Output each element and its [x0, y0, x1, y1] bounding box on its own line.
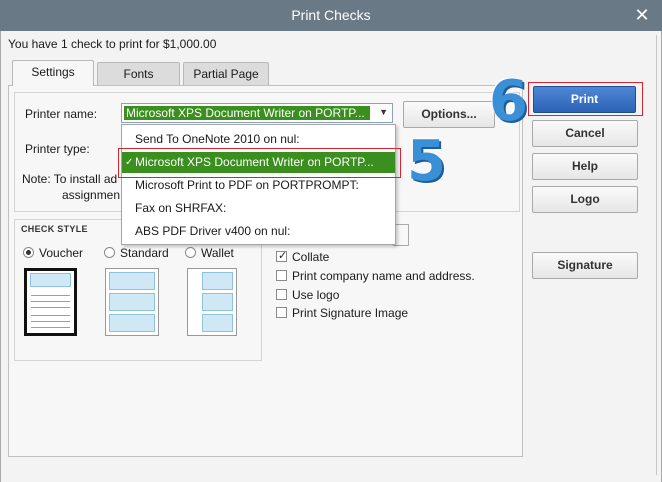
- install-note-line2: assignmen: [62, 188, 121, 202]
- window-title: Print Checks: [0, 0, 662, 31]
- signature-image-checkbox[interactable]: [276, 307, 287, 318]
- printer-dropdown-list: Send To OneNote 2010 on nul: ✓ Microsoft…: [121, 124, 396, 245]
- help-button[interactable]: Help: [532, 153, 638, 180]
- printer-name-label: Printer name:: [25, 107, 98, 121]
- wallet-label: Wallet: [201, 246, 234, 260]
- signature-button-label: Signature: [557, 258, 613, 272]
- close-icon[interactable]: ✕: [632, 0, 652, 31]
- voucher-preview[interactable]: [24, 268, 77, 336]
- use-logo-label: Use logo: [292, 288, 340, 302]
- printer-name-value: Microsoft XPS Document Writer on PORTP..…: [124, 106, 370, 120]
- check-style-heading: CHECK STYLE: [21, 224, 88, 234]
- standard-preview[interactable]: [105, 268, 159, 336]
- logo-button-label: Logo: [570, 192, 600, 206]
- check-count-text: You have 1 check to print for $1,000.00: [8, 37, 217, 51]
- print-button-label: Print: [570, 92, 599, 106]
- signature-image-label: Print Signature Image: [292, 306, 409, 320]
- tab-settings[interactable]: Settings: [12, 60, 94, 86]
- wallet-radio[interactable]: [185, 247, 196, 258]
- tab-partial-page-label: Partial Page: [193, 67, 259, 81]
- printer-name-select[interactable]: Microsoft XPS Document Writer on PORTP..…: [121, 103, 393, 123]
- printer-type-label: Printer type:: [25, 142, 90, 156]
- tab-fonts-label: Fonts: [123, 67, 154, 81]
- company-name-label: Print company name and address.: [292, 269, 475, 283]
- cancel-button[interactable]: Cancel: [532, 120, 638, 147]
- selected-option-highlight: [118, 148, 401, 178]
- print-button[interactable]: Print: [533, 86, 636, 113]
- collate-checkbox[interactable]: [276, 249, 287, 262]
- printer-option[interactable]: Send To OneNote 2010 on nul:: [122, 129, 395, 150]
- options-button-label: Options...: [421, 107, 477, 121]
- chevron-down-icon[interactable]: ▼: [379, 107, 388, 117]
- voucher-radio[interactable]: [23, 247, 34, 258]
- tab-settings-label: Settings: [31, 65, 75, 79]
- cancel-button-label: Cancel: [565, 126, 605, 140]
- help-button-label: Help: [571, 159, 598, 173]
- collate-label: Collate: [292, 250, 330, 264]
- printer-option[interactable]: ABS PDF Driver v400 on nul:: [122, 221, 395, 242]
- voucher-label: Voucher: [39, 246, 84, 260]
- signature-button[interactable]: Signature: [532, 252, 638, 279]
- standard-radio[interactable]: [104, 247, 115, 258]
- install-note-line1: Note: To install ad: [22, 172, 118, 186]
- tab-partial-page[interactable]: Partial Page: [183, 62, 269, 86]
- step-5-annotation: 5: [407, 129, 446, 194]
- use-logo-checkbox[interactable]: [276, 289, 287, 300]
- step-6-annotation: 6: [489, 69, 528, 134]
- printer-option[interactable]: Fax on SHRFAX:: [122, 198, 395, 219]
- logo-button[interactable]: Logo: [532, 186, 638, 213]
- company-name-checkbox[interactable]: [276, 270, 287, 281]
- printer-option[interactable]: Microsoft Print to PDF on PORTPROMPT:: [122, 175, 395, 196]
- standard-label: Standard: [120, 246, 169, 260]
- wallet-preview[interactable]: [187, 268, 237, 336]
- options-button[interactable]: Options...: [403, 101, 495, 128]
- tab-fonts[interactable]: Fonts: [97, 62, 180, 86]
- window-border: [656, 35, 660, 475]
